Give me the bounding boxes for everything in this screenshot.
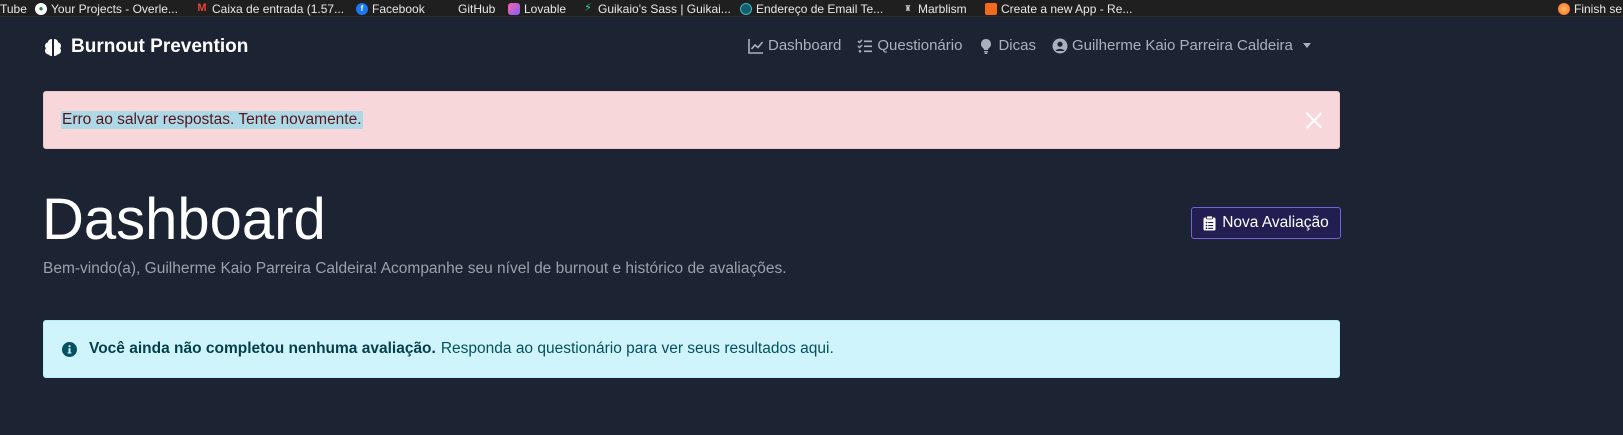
bookmark-label: Endereço de Email Te... — [756, 1, 884, 16]
app-icon — [985, 2, 997, 15]
new-assessment-button[interactable]: Nova Avaliação — [1191, 207, 1341, 239]
brand-name: Burnout Prevention — [71, 36, 249, 57]
list-check-icon — [857, 38, 873, 53]
bookmark-label: Caixa de entrada (1.57... — [212, 1, 345, 16]
nav-questionario-label: Questionário — [877, 37, 963, 54]
chart-line-icon — [748, 38, 764, 54]
bookmark-label: Facebook — [372, 1, 425, 16]
bookmark-create-app[interactable]: Create a new App - Re... — [985, 0, 1133, 16]
github-icon — [442, 2, 454, 15]
user-menu-toggle[interactable]: Guilherme Kaio Parreira Caldeira — [1052, 37, 1311, 54]
nav-dashboard-label: Dashboard — [768, 37, 842, 54]
nav-dicas-label: Dicas — [998, 37, 1036, 54]
info-alert: Você ainda não completou nenhuma avaliaç… — [43, 320, 1340, 378]
bookmark-label: Tube — [0, 1, 27, 16]
error-alert: Erro ao salvar respostas. Tente novament… — [43, 91, 1340, 149]
page-title: Dashboard — [42, 187, 326, 252]
bookmark-label: Marblism — [918, 1, 967, 16]
info-alert-strong: Você ainda não completou nenhuma avaliaç… — [89, 340, 436, 357]
bookmark-gmail[interactable]: M Caixa de entrada (1.57... — [196, 0, 345, 16]
lightbulb-icon — [981, 38, 992, 54]
tempmail-icon — [740, 2, 752, 15]
bookmark-overleaf[interactable]: ● Your Projects - Overle... — [35, 0, 178, 16]
error-alert-message: Erro ao salvar respostas. Tente novament… — [61, 111, 363, 129]
bookmark-label: Finish se — [1574, 1, 1623, 16]
bookmark-finish[interactable]: Finish se — [1558, 0, 1623, 16]
bookmark-tempmail[interactable]: Endereço de Email Te... — [740, 0, 884, 16]
bookmark-lovable[interactable]: Lovable — [508, 0, 567, 16]
info-alert-text: Responda ao questionário para ver seus r… — [440, 340, 834, 357]
bookmark-label: Guikaio's Sass | Guikai... — [598, 1, 731, 16]
nav-dicas[interactable]: Dicas — [978, 37, 1036, 54]
bookmark-marblism[interactable]: ♜ Marblism — [902, 0, 967, 16]
bookmark-github[interactable]: GitHub — [442, 0, 496, 16]
bookmark-label: Create a new App - Re... — [1001, 1, 1133, 16]
firefox-icon — [1558, 2, 1570, 15]
nav-links: Dashboard Questionário Dicas Guilherme K… — [748, 37, 1311, 54]
lovable-icon — [508, 2, 520, 15]
page-subtitle: Bem-vindo(a), Guilherme Kaio Parreira Ca… — [43, 260, 787, 277]
brain-icon — [45, 39, 61, 56]
info-circle-icon — [62, 341, 77, 357]
bookmark-supabase[interactable]: ⚡ Guikaio's Sass | Guikai... — [582, 0, 731, 16]
bookmark-facebook[interactable]: f Facebook — [356, 0, 425, 16]
bookmark-label: Your Projects - Overle... — [51, 1, 178, 16]
navbar: Burnout Prevention Dashboard Questionári… — [0, 18, 1623, 74]
nav-questionario[interactable]: Questionário — [857, 37, 962, 54]
close-icon[interactable] — [1305, 112, 1322, 129]
user-circle-icon — [1052, 38, 1068, 53]
new-assessment-label: Nova Avaliação — [1222, 214, 1329, 231]
nav-dashboard[interactable]: Dashboard — [748, 37, 841, 54]
marblism-icon: ♜ — [904, 3, 912, 13]
clipboard-list-icon — [1203, 215, 1216, 230]
bookmarks-bar: Tube ● Your Projects - Overle... M Caixa… — [0, 0, 1623, 17]
supabase-icon: ⚡ — [584, 2, 592, 14]
bookmark-youtube[interactable]: Tube — [0, 0, 27, 16]
overleaf-icon: ● — [35, 2, 47, 15]
bookmark-label: GitHub — [458, 1, 496, 16]
gmail-icon: M — [197, 2, 207, 14]
user-name: Guilherme Kaio Parreira Caldeira — [1071, 37, 1293, 54]
bookmark-label: Lovable — [524, 1, 567, 16]
facebook-icon: f — [356, 2, 368, 15]
caret-down-icon — [1302, 43, 1311, 48]
brand-link[interactable]: Burnout Prevention — [43, 36, 248, 58]
